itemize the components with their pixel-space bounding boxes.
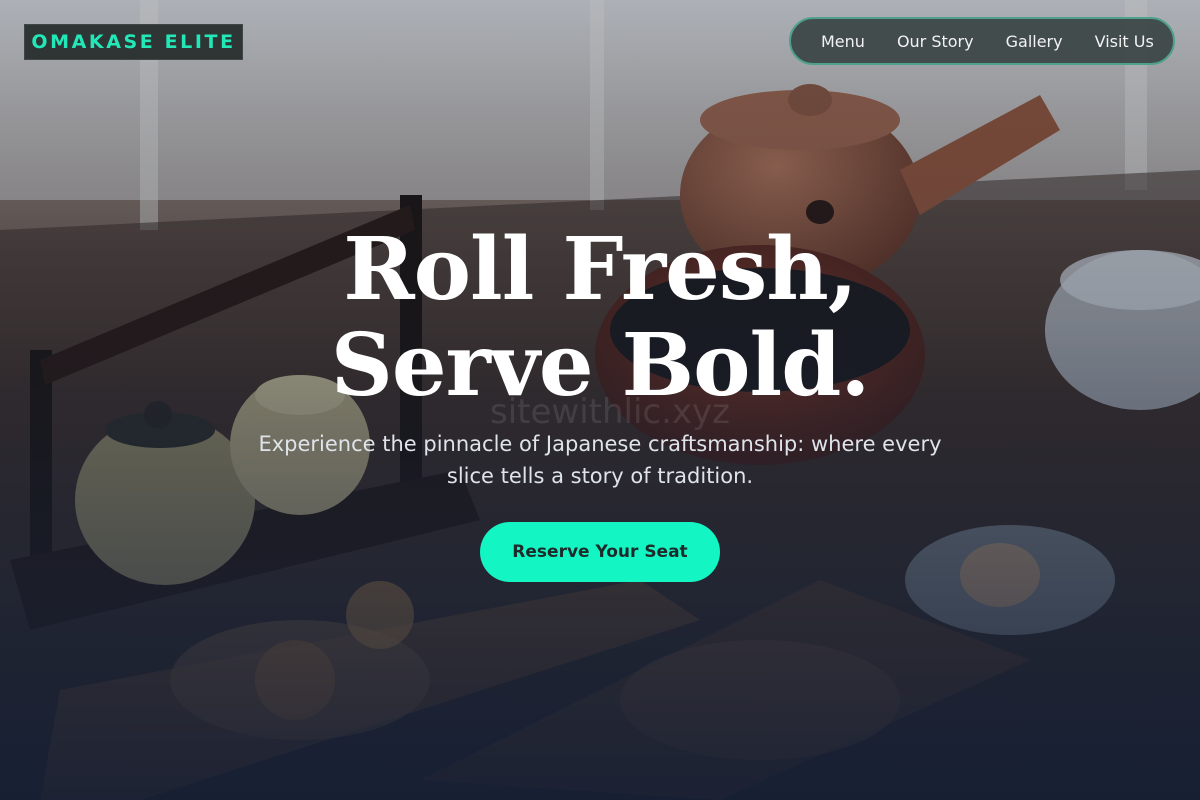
nav-link-our-story[interactable]: Our Story [897,32,974,51]
hero-headline-line-1: Roll Fresh, [343,219,858,320]
main-navigation: Menu Our Story Gallery Visit Us [789,17,1175,65]
nav-link-gallery[interactable]: Gallery [1006,32,1063,51]
watermark-text: sitewithlic.xyz [489,392,731,432]
hero-headline: Roll Fresh, Serve Bold. [200,222,1000,414]
brand-logo[interactable]: OMAKASE ELITE [24,24,243,60]
hero-subheadline: Experience the pinnacle of Japanese craf… [258,432,942,488]
nav-link-menu[interactable]: Menu [821,32,865,51]
reserve-seat-button[interactable]: Reserve Your Seat [480,522,720,582]
nav-link-visit-us[interactable]: Visit Us [1095,32,1154,51]
